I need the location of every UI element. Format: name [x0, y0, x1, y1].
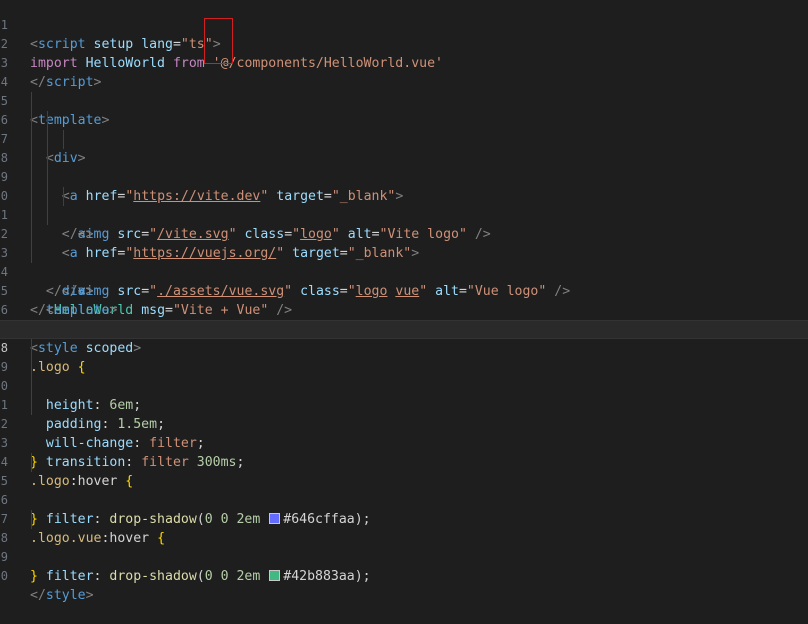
indent-guide	[31, 206, 32, 225]
indent-guide	[31, 453, 32, 472]
code-line[interactable]: 2 transition: filter 300ms;	[0, 396, 808, 470]
code-line[interactable]: 9 </a>	[0, 149, 808, 242]
code-line[interactable]: 0 <a href="https://vuejs.org/" target="_…	[0, 168, 808, 261]
line-number: 0	[0, 569, 8, 583]
indent-guide	[47, 130, 48, 149]
indent-guide	[31, 339, 32, 358]
code-line[interactable]: 6	[0, 282, 808, 317]
code-line[interactable]: 2 </a>	[0, 206, 808, 299]
color-swatch-icon[interactable]	[269, 570, 281, 581]
indent-guide	[31, 149, 32, 168]
indent-guide	[31, 130, 32, 149]
code-line[interactable]: 3 </div>	[0, 225, 808, 299]
indent-guide	[31, 168, 32, 187]
code-line[interactable]: 8 <img src="/vite.svg" class="logo" alt=…	[0, 130, 808, 242]
code-line[interactable]: 0 </style>	[0, 548, 808, 603]
indent-guide	[47, 168, 48, 187]
indent-guide	[47, 206, 48, 225]
indent-guide	[47, 149, 48, 168]
code-line[interactable]: 1 <img src="./assets/vue.svg" class="log…	[0, 187, 808, 299]
code-line[interactable]: 4	[0, 54, 808, 89]
code-line[interactable]: 9 height: 6em;	[0, 339, 808, 413]
indent-guide	[63, 130, 64, 149]
code-line[interactable]: 9 }	[0, 529, 808, 584]
code-text: </style>	[30, 588, 94, 603]
indent-guide	[31, 396, 32, 415]
code-line[interactable]: 3 }	[0, 415, 808, 470]
code-line[interactable]: 5 </template>	[0, 263, 808, 318]
indent-guide	[31, 111, 32, 130]
indent-guide	[31, 377, 32, 396]
code-line[interactable]: 4 .logo:hover {	[0, 434, 808, 489]
code-line[interactable]: 7 <a href="https://vite.dev" target="_bl…	[0, 111, 808, 204]
code-editor[interactable]: 1 <script setup lang="ts"> 2 import Hell…	[0, 0, 808, 603]
code-line[interactable]: 1 will-change: filter;	[0, 377, 808, 451]
indent-guide	[31, 187, 32, 206]
code-line[interactable]: 7 .logo.vue:hover {	[0, 491, 808, 546]
code-line[interactable]: 2 import HelloWorld from '@/components/H…	[0, 16, 808, 71]
code-line[interactable]: 5 filter: drop-shadow(0 0 2em #646cffaa)…	[0, 453, 808, 527]
indent-guide	[31, 244, 32, 263]
code-line[interactable]: 4 <HelloWorld msg="Vite + Vue" />	[0, 244, 808, 318]
indent-guide	[31, 225, 32, 244]
indent-guide	[47, 111, 48, 130]
code-text: filter: drop-shadow(0 0 2em #42b883aa);	[45, 569, 371, 584]
code-line[interactable]: 3 </script>	[0, 35, 808, 90]
code-line[interactable]: 6 <div>	[0, 92, 808, 166]
highlight-box	[204, 18, 233, 64]
indent-guide	[63, 187, 64, 206]
code-line[interactable]: 1 <script setup lang="ts">	[0, 0, 808, 52]
code-line-current[interactable]: 8 .logo {	[0, 320, 808, 375]
code-line[interactable]: 5 <template>	[0, 73, 808, 128]
indent-guide	[31, 510, 32, 529]
code-line[interactable]: 7 <style scoped>	[0, 301, 808, 356]
indent-guide	[31, 358, 32, 377]
code-line[interactable]: 8 filter: drop-shadow(0 0 2em #42b883aa)…	[0, 510, 808, 584]
indent-guide	[31, 92, 32, 111]
indent-guide	[47, 187, 48, 206]
code-line[interactable]: 0 padding: 1.5em;	[0, 358, 808, 432]
code-line[interactable]: 6 }	[0, 472, 808, 527]
